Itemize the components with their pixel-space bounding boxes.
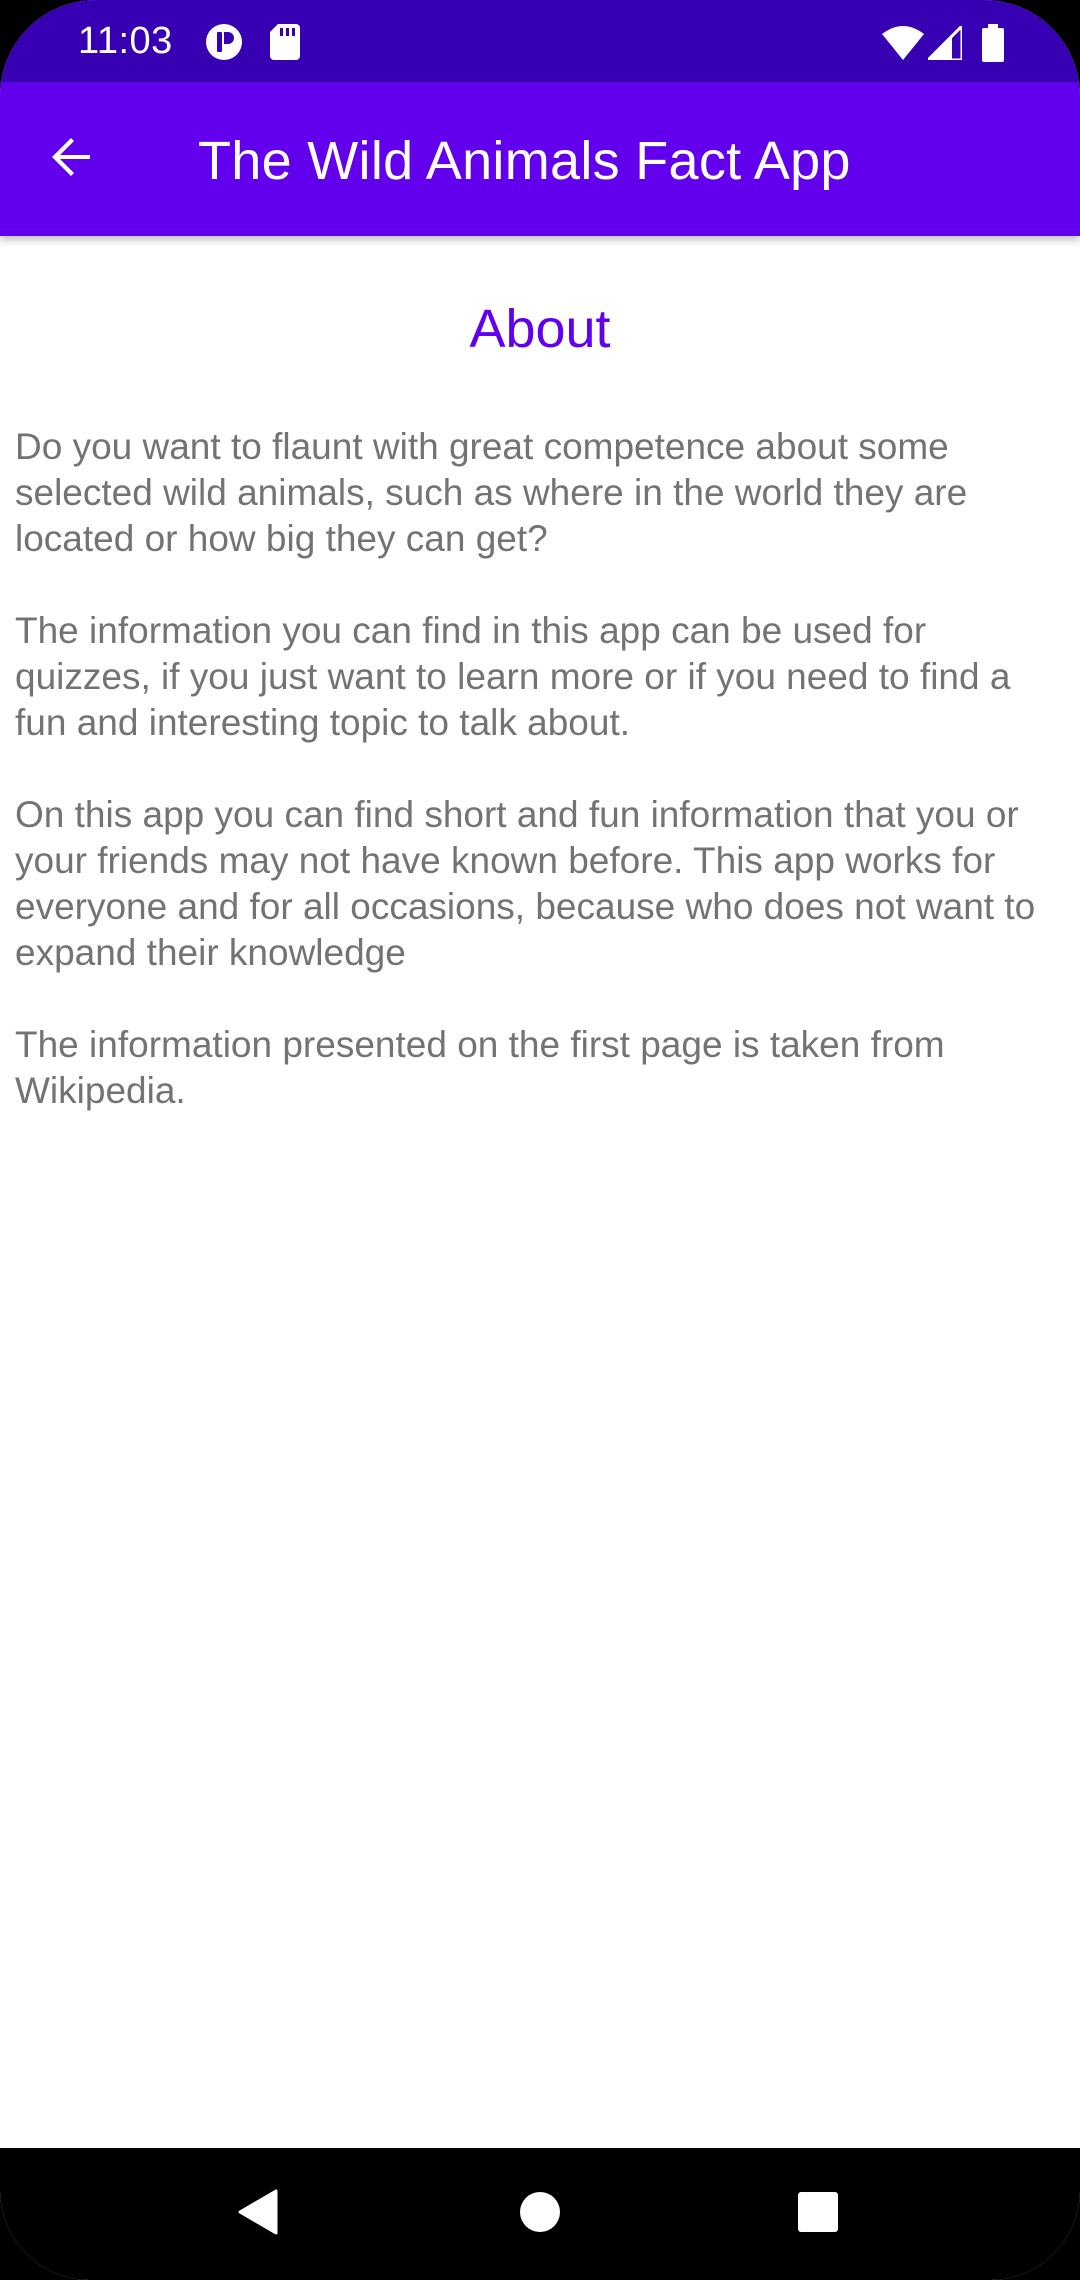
notification-app-icon [204, 22, 244, 67]
navigation-bar [0, 2148, 1080, 2280]
wifi-icon [882, 26, 924, 65]
about-paragraphs: Do you want to flaunt with great compete… [15, 424, 1070, 1160]
about-paragraph: On this app you can find short and fun i… [15, 794, 1036, 973]
nav-recents-button[interactable] [788, 2184, 848, 2244]
arrow-back-icon [48, 133, 96, 186]
back-button[interactable] [36, 123, 108, 195]
about-paragraph: Do you want to flaunt with great compete… [15, 426, 968, 559]
recents-nav-icon [797, 2191, 839, 2238]
about-paragraph: The information presented on the first p… [15, 1024, 945, 1111]
nav-back-button[interactable] [228, 2184, 288, 2244]
signal-icon [924, 22, 964, 65]
back-nav-icon [236, 2189, 280, 2240]
device-screen: 11:03 The Wild Animals Fact App About Do… [0, 0, 1080, 2280]
sd-card-icon [270, 24, 300, 65]
about-paragraph: The information you can find in this app… [15, 610, 1011, 743]
status-bar: 11:03 [0, 0, 1080, 82]
app-title: The Wild Animals Fact App [198, 131, 851, 191]
about-heading: About [469, 299, 611, 359]
home-nav-icon [519, 2191, 561, 2238]
about-content: About Do you want to flaunt with great c… [0, 236, 1080, 2148]
status-time: 11:03 [78, 20, 173, 62]
battery-icon [982, 24, 1004, 67]
app-bar: The Wild Animals Fact App [0, 82, 1080, 236]
nav-home-button[interactable] [510, 2184, 570, 2244]
